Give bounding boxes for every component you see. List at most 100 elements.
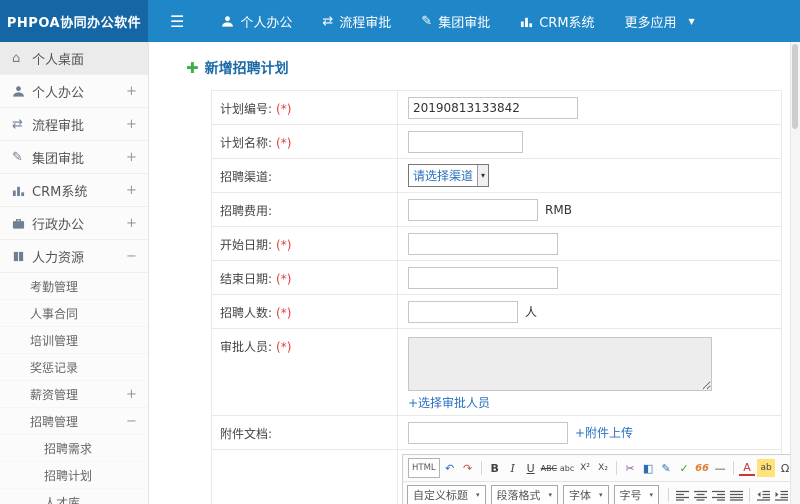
vertical-scrollbar[interactable] (790, 42, 800, 504)
outdent-icon[interactable] (755, 486, 771, 504)
scrollbar-thumb[interactable] (792, 44, 798, 129)
label-text: 审批人员: (220, 340, 273, 354)
dropdown-label: 段落格式 (496, 489, 541, 502)
menu-icon[interactable]: ☰ (148, 0, 206, 42)
field-value: HTML ↶ ↷ B I U ABC abc X² X₂ ✂ ◧ ✎ ✓ 66 … (398, 450, 800, 504)
approver-textarea[interactable] (408, 337, 712, 391)
pencil-icon[interactable]: ✎ (658, 459, 674, 477)
sidebar-item-talent-pool[interactable]: 人才库 (0, 489, 148, 504)
expand-toggle[interactable]: + (126, 84, 137, 99)
toolbar-separator (733, 461, 735, 475)
align-left-icon[interactable] (674, 486, 690, 504)
user-icon (221, 15, 234, 28)
sidebar-item-label: 招聘管理 (30, 414, 79, 429)
sidebar-item-label: 人才库 (44, 495, 81, 504)
attachment-upload-link[interactable]: +附件上传 (575, 424, 633, 441)
indent-icon[interactable] (773, 486, 789, 504)
sidebar-item-rewards[interactable]: 奖惩记录 (0, 354, 148, 381)
caret-down-icon: ▼ (688, 16, 695, 26)
undo-icon[interactable]: ↶ (442, 459, 458, 477)
italic-button[interactable]: I (505, 459, 521, 477)
field-value: 人 (398, 295, 781, 328)
cut-icon[interactable]: ✂ (622, 459, 638, 477)
expand-toggle[interactable]: + (126, 216, 137, 231)
format-brush-icon[interactable]: ◧ (640, 459, 656, 477)
align-center-icon[interactable] (692, 486, 708, 504)
end-date-input[interactable] (408, 266, 558, 289)
field-label: 招聘费用: (212, 193, 398, 226)
richtext-toolbar: HTML ↶ ↷ B I U ABC abc X² X₂ ✂ ◧ ✎ ✓ 66 … (402, 454, 800, 504)
nav-label: CRM系统 (539, 15, 595, 31)
field-value (398, 261, 781, 294)
sidebar-item-label: 人力资源 (32, 250, 85, 266)
sidebar: ⌂ 个人桌面 个人办公 + ⇄ 流程审批 + ✎ 集团审批 + CRM系统 + … (0, 42, 149, 504)
channel-select[interactable]: 请选择渠道 ▾ (408, 164, 490, 187)
expand-toggle[interactable]: + (126, 183, 137, 198)
sidebar-item-attendance[interactable]: 考勤管理 (0, 273, 148, 300)
headcount-input[interactable] (408, 300, 518, 323)
form-row: 结束日期: (*) (212, 261, 781, 295)
sidebar-item-admin-office[interactable]: 行政办公 + (0, 207, 148, 240)
form-row: 招聘人数: (*) 人 (212, 295, 781, 329)
toolbar-row-2: 自定义标题 ▾ 段落格式 ▾ 字体 ▾ 字号 ▾ (403, 482, 800, 504)
sidebar-item-label: 考勤管理 (30, 279, 79, 294)
custom-title-dropdown[interactable]: 自定义标题 ▾ (407, 484, 486, 504)
toolbar-separator (616, 461, 618, 475)
strikethrough-button[interactable]: ABC (541, 459, 557, 477)
remove-format-button[interactable]: abc (559, 459, 575, 477)
paragraph-format-dropdown[interactable]: 段落格式 ▾ (490, 484, 559, 504)
html-source-button[interactable]: HTML (408, 458, 440, 478)
select-approver-link[interactable]: +选择审批人员 (408, 394, 490, 411)
plan-number-input[interactable] (408, 96, 578, 119)
nav-personal-office[interactable]: 个人办公 (206, 0, 307, 42)
bold-button[interactable]: B (487, 459, 503, 477)
field-value (398, 91, 781, 124)
sidebar-item-recruit-mgmt[interactable]: 招聘管理 − (0, 408, 148, 435)
nav-crm[interactable]: CRM系统 (505, 0, 609, 42)
font-family-dropdown[interactable]: 字体 ▾ (563, 484, 609, 504)
align-right-icon[interactable] (710, 486, 726, 504)
horizontal-rule-icon[interactable]: — (712, 459, 728, 477)
font-color-icon[interactable]: A (739, 461, 756, 476)
sidebar-item-salary[interactable]: 薪资管理 + (0, 381, 148, 408)
collapse-toggle[interactable]: − (126, 414, 137, 429)
nav-group-approval[interactable]: ✎ 集团审批 (406, 0, 505, 42)
collapse-toggle[interactable]: − (126, 249, 137, 264)
sidebar-item-desktop[interactable]: ⌂ 个人桌面 (0, 42, 148, 75)
blockquote-icon[interactable]: 66 (694, 459, 710, 477)
font-size-dropdown[interactable]: 字号 ▾ (613, 484, 660, 504)
form-row: 开始日期: (*) (212, 227, 781, 261)
superscript-button[interactable]: X² (577, 459, 593, 477)
sidebar-item-group-approval[interactable]: ✎ 集团审批 + (0, 141, 148, 174)
nav-workflow-approval[interactable]: ⇄ 流程审批 (307, 0, 406, 42)
label-text: 招聘人数: (220, 306, 273, 320)
recruit-fee-input[interactable] (408, 198, 538, 221)
start-date-input[interactable] (408, 232, 558, 255)
required-marker: (*) (276, 272, 292, 286)
subscript-button[interactable]: X₂ (595, 459, 611, 477)
highlight-color-icon[interactable]: ab (757, 459, 776, 477)
flow-icon: ⇄ (12, 116, 23, 132)
label-text: 计划编号: (220, 102, 273, 116)
plan-name-input[interactable] (408, 130, 523, 153)
sidebar-item-hr[interactable]: 人力资源 − (0, 240, 148, 273)
sidebar-item-hr-contract[interactable]: 人事合同 (0, 300, 148, 327)
topbar: PHPOA协同办公软件 ☰ 个人办公 ⇄ 流程审批 ✎ 集团审批 CRM系统 更… (0, 0, 800, 42)
book-icon (12, 250, 32, 263)
expand-toggle[interactable]: + (126, 150, 137, 165)
sidebar-item-training[interactable]: 培训管理 (0, 327, 148, 354)
redo-icon[interactable]: ↷ (460, 459, 476, 477)
required-marker: (*) (276, 102, 292, 116)
sidebar-item-workflow-approval[interactable]: ⇄ 流程审批 + (0, 108, 148, 141)
sidebar-item-crm[interactable]: CRM系统 + (0, 174, 148, 207)
underline-button[interactable]: U (523, 459, 539, 477)
sidebar-item-personal-office[interactable]: 个人办公 + (0, 75, 148, 108)
sidebar-item-recruit-plan[interactable]: 招聘计划 (0, 462, 148, 489)
expand-toggle[interactable]: + (126, 117, 137, 132)
sidebar-item-recruit-demand[interactable]: 招聘需求 (0, 435, 148, 462)
nav-more-apps[interactable]: 更多应用 ▼ (610, 0, 710, 42)
expand-toggle[interactable]: + (126, 387, 137, 402)
check-icon[interactable]: ✓ (676, 459, 692, 477)
attachment-input[interactable] (408, 421, 568, 444)
align-justify-icon[interactable] (728, 486, 744, 504)
